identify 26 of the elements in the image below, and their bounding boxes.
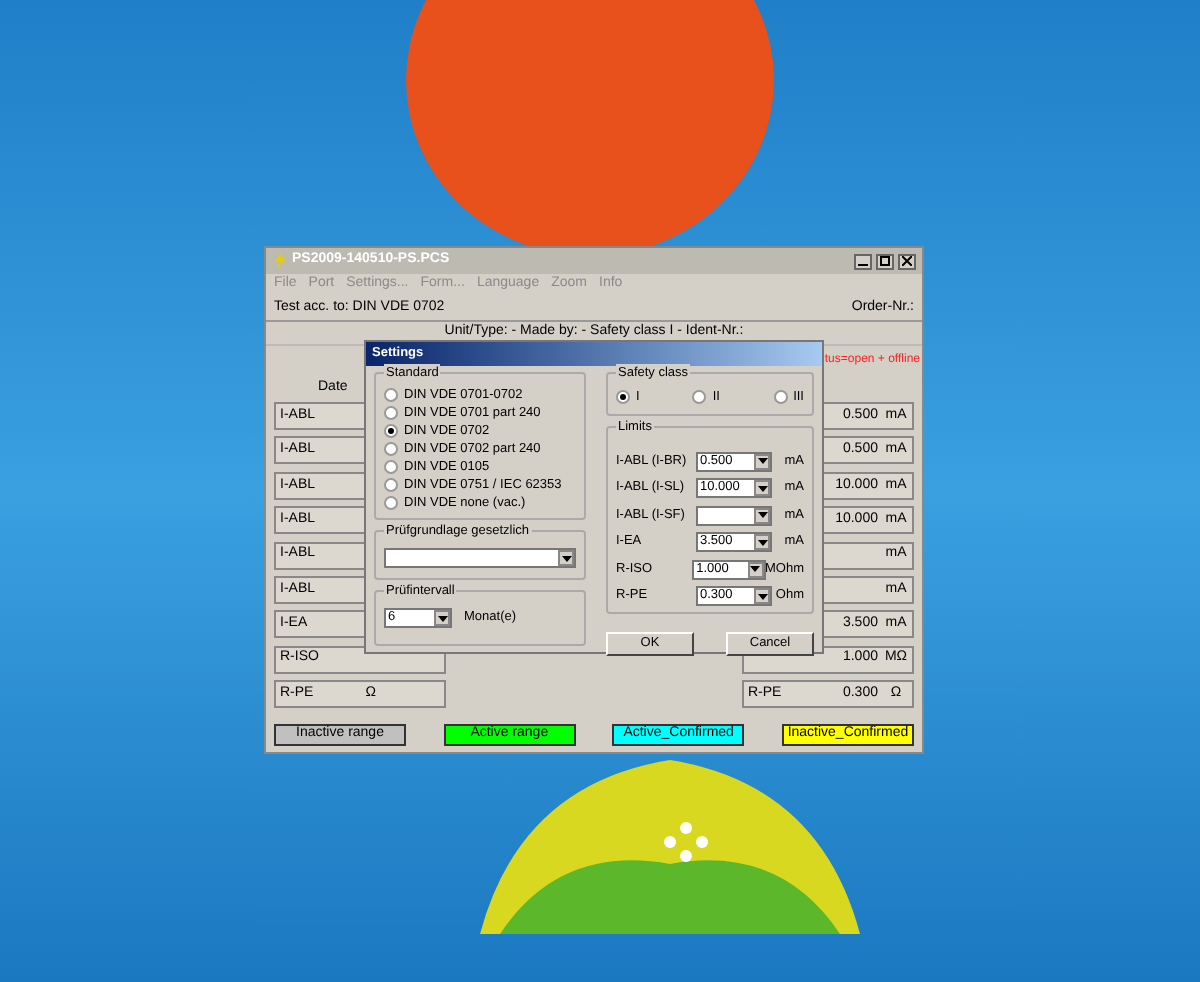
caret-icon <box>757 539 767 546</box>
caret-icon <box>757 458 767 465</box>
close-button[interactable] <box>898 253 916 269</box>
radio-button[interactable] <box>384 496 398 510</box>
lightning-icon <box>272 252 288 270</box>
caret-icon <box>757 512 767 519</box>
radio-button[interactable] <box>616 390 630 405</box>
caret-icon <box>561 555 571 561</box>
close-icon <box>902 256 912 266</box>
radio-button[interactable] <box>384 442 398 456</box>
radio-button[interactable] <box>384 388 398 402</box>
minimize-button[interactable] <box>854 253 872 269</box>
radio-button[interactable] <box>384 406 398 420</box>
maximize-button[interactable] <box>876 253 894 269</box>
caret-icon <box>757 485 767 492</box>
radio-button[interactable] <box>773 390 788 405</box>
caret-icon <box>437 615 447 621</box>
dropdown-field[interactable] <box>384 548 576 568</box>
radio-button[interactable] <box>384 424 398 438</box>
dropdown-field[interactable] <box>696 505 772 526</box>
radio-button[interactable] <box>384 478 398 492</box>
radio-button[interactable] <box>692 390 707 405</box>
caret-icon <box>757 593 767 600</box>
flower-icon <box>660 820 712 864</box>
radio-button[interactable] <box>384 460 398 474</box>
maximize-icon <box>880 256 890 266</box>
